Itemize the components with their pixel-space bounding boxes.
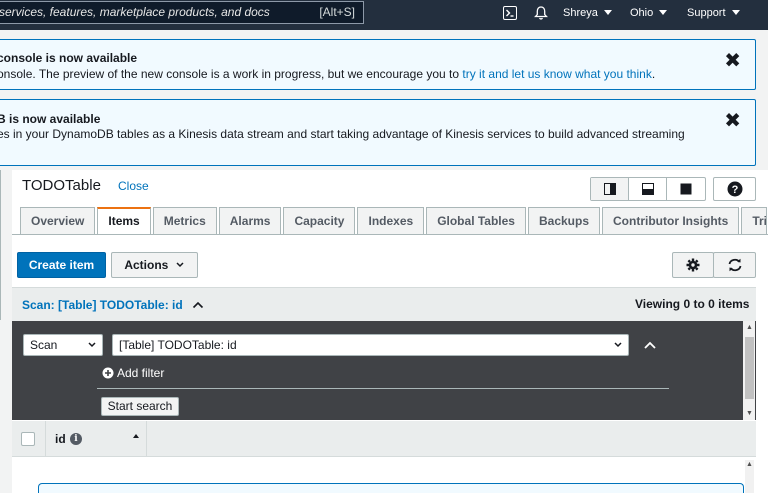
close-link[interactable]: Close (118, 179, 149, 193)
column-header-id[interactable]: id (55, 432, 66, 446)
refresh-icon (728, 258, 741, 272)
tab-contributor-insights[interactable]: Contributor Insights (602, 207, 740, 234)
support-menu[interactable]: Support (687, 7, 740, 19)
top-nav-bar: services, features, marketplace products… (0, 0, 768, 30)
user-name: Shreya (563, 7, 598, 19)
table-tabs: Overview Items Metrics Alarms Capacity I… (20, 207, 768, 234)
bottom-notice-edge (38, 483, 744, 493)
scan-mode-select[interactable]: Scan (23, 334, 103, 356)
search-shortcut: [Alt+S] (319, 5, 355, 19)
actions-label: Actions (124, 258, 169, 272)
column-divider (146, 421, 147, 457)
scan-target-select[interactable]: [Table] TODOTable: id (112, 334, 629, 356)
tab-global-tables[interactable]: Global Tables (426, 207, 526, 234)
sort-ascending-icon[interactable] (133, 434, 139, 438)
split-vertical-icon[interactable] (591, 178, 629, 200)
info-icon[interactable]: i (70, 433, 82, 445)
notice-body: es in your DynamoDB tables as a Kinesis … (0, 127, 685, 141)
scan-mode-value: Scan (30, 338, 58, 352)
chevron-down-icon (614, 342, 622, 348)
tab-divider (12, 234, 768, 235)
actions-button[interactable]: Actions (111, 252, 198, 278)
chevron-down-icon (731, 10, 740, 15)
scroll-down-icon[interactable]: ▼ (746, 410, 753, 417)
notice-title: B is now available (0, 112, 101, 126)
add-filter-label: Add filter (117, 366, 165, 380)
notice-body-suffix: . (651, 67, 656, 81)
scan-target-value: [Table] TODOTable: id (119, 338, 237, 352)
split-horizontal-icon[interactable] (629, 178, 667, 200)
feedback-link[interactable]: try it and let us know what you think (462, 67, 651, 81)
scan-label: Scan: [Table] TODOTable: id (22, 298, 183, 312)
table-title: TODOTable (22, 177, 101, 194)
global-search-input[interactable]: services, features, marketplace products… (0, 1, 364, 24)
chevron-up-icon (192, 301, 204, 309)
close-icon[interactable]: ✖ (724, 111, 741, 131)
bell-icon[interactable] (534, 5, 548, 24)
chevron-down-icon (659, 10, 668, 15)
new-console-notice: console is now available onsole. The pre… (0, 39, 756, 90)
collapse-panel-icon[interactable] (643, 340, 657, 350)
support-label: Support (687, 7, 726, 19)
gear-icon (686, 258, 700, 272)
scan-toggle[interactable]: Scan: [Table] TODOTable: id (22, 298, 204, 312)
search-placeholder: services, features, marketplace products… (0, 5, 270, 19)
tab-items[interactable]: Items (97, 207, 151, 234)
scroll-up-icon[interactable]: ▲ (746, 324, 753, 331)
items-table-header (12, 421, 756, 457)
viewing-count: Viewing 0 to 0 items (635, 297, 750, 311)
notice-body-text: onsole. The preview of the new console i… (0, 67, 460, 81)
tab-alarms[interactable]: Alarms (218, 207, 282, 234)
close-icon[interactable]: ✖ (724, 51, 741, 71)
scroll-up-icon[interactable]: ▲ (746, 461, 753, 468)
plus-circle-icon (102, 367, 114, 379)
region-menu[interactable]: Ohio (630, 7, 668, 19)
layout-toggle-group (590, 177, 706, 201)
kinesis-notice: B is now available es in your DynamoDB t… (0, 99, 756, 166)
panel-divider (0, 170, 1, 320)
tab-capacity[interactable]: Capacity (283, 207, 356, 234)
scrollbar-thumb[interactable] (745, 337, 754, 399)
tab-metrics[interactable]: Metrics (152, 207, 217, 234)
cloudshell-icon[interactable] (503, 6, 517, 23)
create-item-button[interactable]: Create item (17, 252, 106, 278)
column-divider (45, 421, 46, 457)
notice-body: onsole. The preview of the new console i… (0, 67, 655, 81)
chevron-down-icon (88, 342, 96, 348)
tab-triggers[interactable]: Tri (741, 207, 768, 234)
start-search-button[interactable]: Start search (101, 397, 179, 416)
chevron-down-icon (176, 262, 184, 268)
add-filter-button[interactable]: Add filter (102, 366, 164, 380)
select-all-checkbox[interactable] (21, 432, 35, 446)
fullscreen-icon[interactable] (667, 178, 705, 200)
refresh-button[interactable] (713, 252, 756, 278)
notice-title: console is now available (0, 51, 138, 65)
user-menu[interactable]: Shreya (563, 7, 612, 19)
filter-divider (97, 388, 669, 389)
help-button[interactable]: ? (713, 177, 756, 201)
region-name: Ohio (630, 7, 654, 19)
svg-text:?: ? (731, 184, 738, 196)
chevron-down-icon (603, 10, 612, 15)
tab-indexes[interactable]: Indexes (357, 207, 425, 234)
tab-overview[interactable]: Overview (20, 207, 96, 234)
help-icon: ? (714, 178, 755, 200)
settings-button[interactable] (672, 252, 714, 278)
tab-backups[interactable]: Backups (527, 207, 601, 234)
